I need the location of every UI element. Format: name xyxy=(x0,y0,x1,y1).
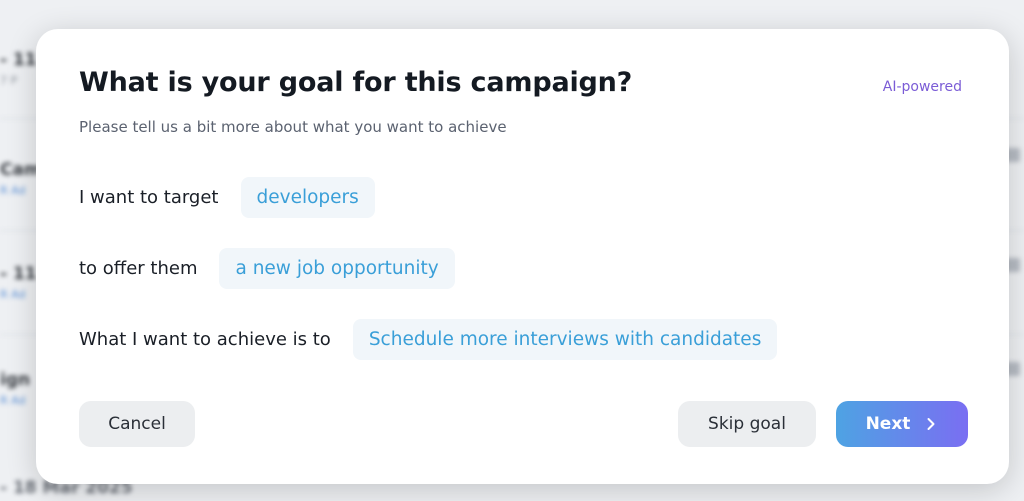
offer-value-field[interactable]: a new job opportunity xyxy=(219,248,455,289)
next-button-label: Next xyxy=(865,414,911,434)
ai-powered-badge: AI-powered xyxy=(882,79,962,95)
goal-modal: What is your goal for this campaign? AI-… xyxy=(36,29,1009,484)
skip-goal-button-label: Skip goal xyxy=(708,414,786,434)
cancel-button[interactable]: Cancel xyxy=(79,401,195,447)
background-list-item: ign R Ad xyxy=(0,370,31,407)
goal-row-offer: to offer them a new job opportunity xyxy=(79,248,455,289)
goal-row-target: I want to target developers xyxy=(79,177,375,218)
modal-title: What is your goal for this campaign? xyxy=(79,67,633,98)
goal-row-achieve: What I want to achieve is to Schedule mo… xyxy=(79,319,778,360)
target-label: I want to target xyxy=(79,187,219,208)
cancel-button-label: Cancel xyxy=(108,414,166,434)
skip-goal-button[interactable]: Skip goal xyxy=(678,401,816,447)
offer-label: to offer them xyxy=(79,258,198,279)
modal-subtitle: Please tell us a bit more about what you… xyxy=(79,118,507,136)
background-list-item: - 11 7 P xyxy=(0,50,37,87)
achieve-label: What I want to achieve is to xyxy=(79,329,331,350)
next-button[interactable]: Next xyxy=(836,401,968,447)
background-list-item: - 11 R Ad xyxy=(0,264,37,301)
achieve-value-field[interactable]: Schedule more interviews with candidates xyxy=(352,319,778,360)
chevron-right-icon xyxy=(927,418,935,430)
target-value-field[interactable]: developers xyxy=(240,177,375,218)
